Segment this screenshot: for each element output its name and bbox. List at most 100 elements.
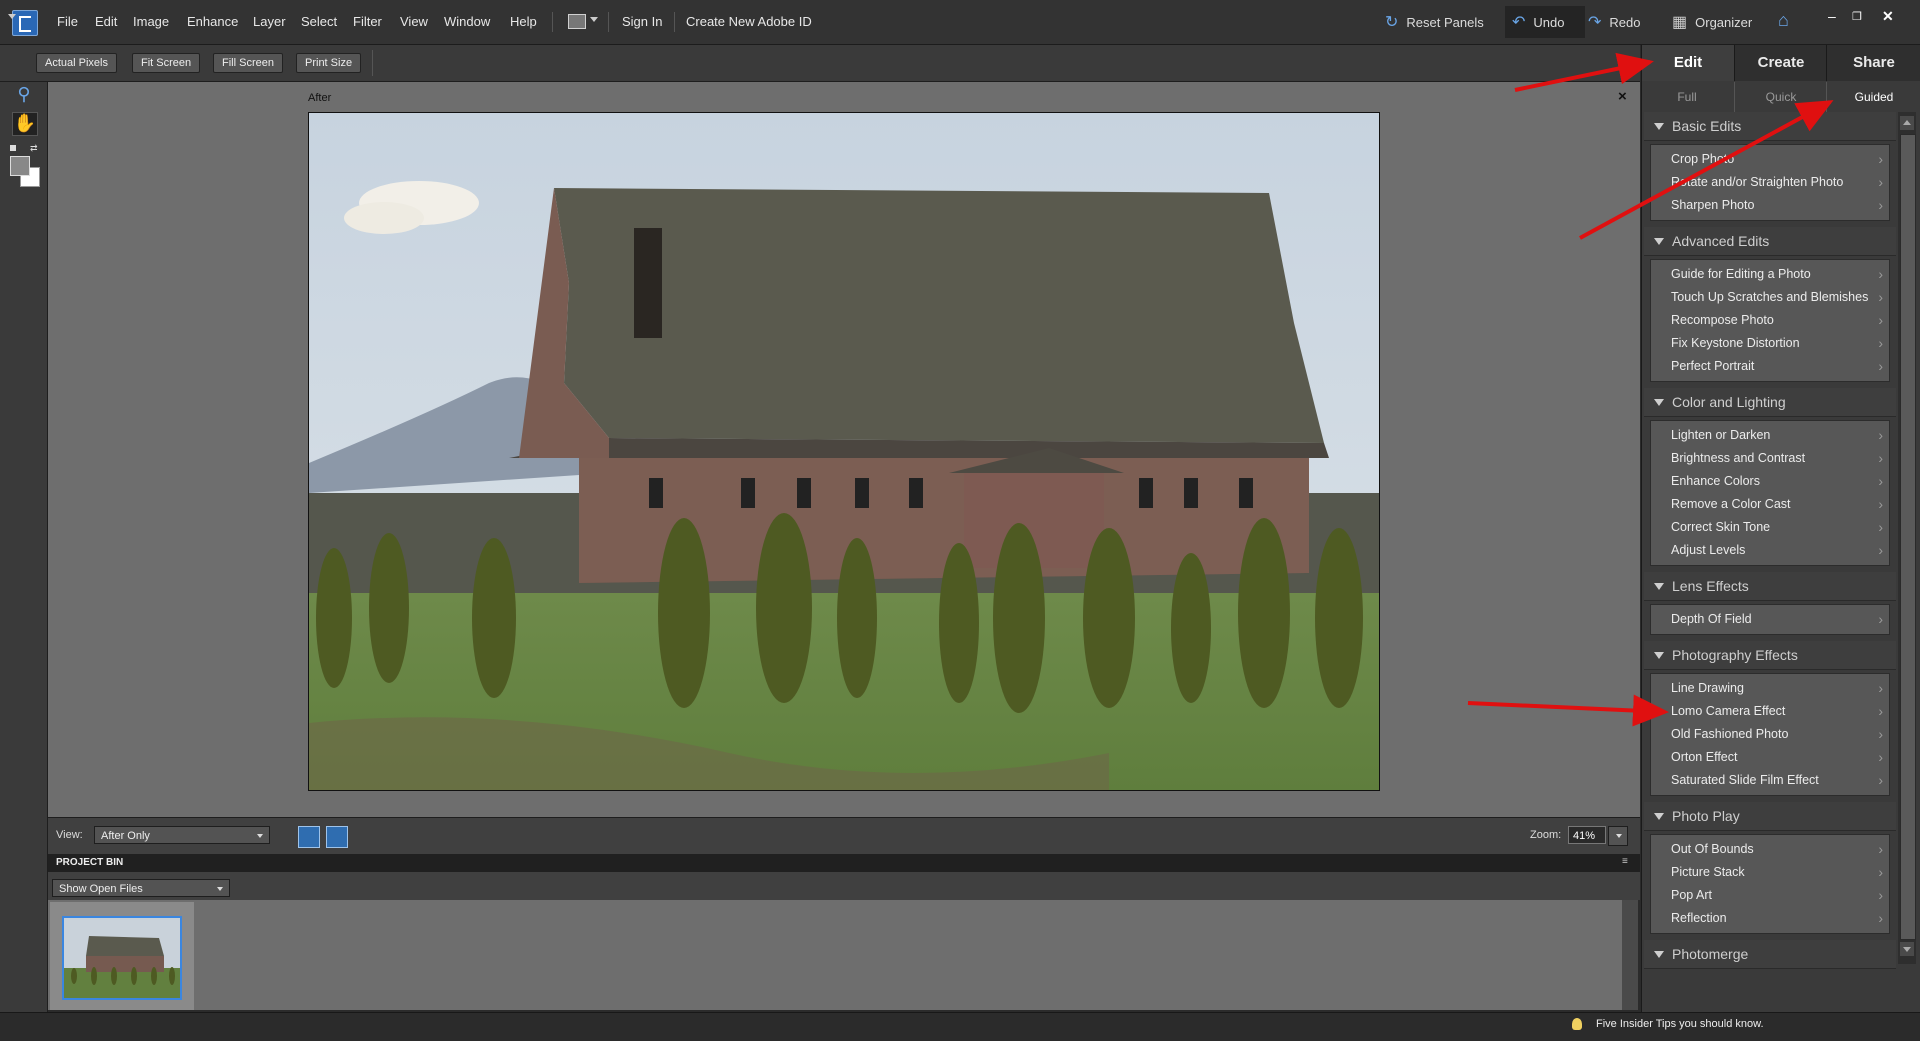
print-size-button[interactable]: Print Size bbox=[296, 53, 362, 73]
close-document-icon[interactable]: × bbox=[1618, 88, 1627, 105]
organizer-button[interactable]: ▦ Organizer bbox=[1672, 12, 1752, 32]
zoom-dropdown-button[interactable] bbox=[1608, 826, 1628, 846]
guided-edit-label: Correct Skin Tone bbox=[1671, 520, 1771, 534]
menu-edit[interactable]: Edit bbox=[95, 14, 117, 29]
guided-edit-item[interactable]: Recompose Photo › bbox=[1651, 309, 1889, 332]
guided-edit-label: Brightness and Contrast bbox=[1671, 451, 1806, 465]
menu-filter[interactable]: Filter bbox=[353, 14, 382, 29]
tab-create[interactable]: Create bbox=[1734, 45, 1827, 81]
document-photo[interactable] bbox=[308, 112, 1380, 791]
guided-edit-item[interactable]: Lomo Camera Effect › bbox=[1651, 700, 1889, 723]
bin-filter-select[interactable]: Show Open Files bbox=[52, 879, 230, 897]
close-window-icon[interactable]: ✕ bbox=[1882, 8, 1894, 25]
scroll-up-button[interactable] bbox=[1900, 116, 1914, 130]
section-header[interactable]: Lens Effects bbox=[1644, 572, 1896, 601]
menu-view[interactable]: View bbox=[400, 14, 428, 29]
chevron-right-icon: › bbox=[1878, 680, 1883, 696]
menu-layer[interactable]: Layer bbox=[253, 14, 286, 29]
undo-icon: ↶ bbox=[1512, 14, 1526, 31]
restore-icon[interactable]: ❐ bbox=[1852, 10, 1862, 23]
single-view-icon[interactable] bbox=[298, 826, 320, 848]
bin-menu-icon[interactable]: ≡ bbox=[1622, 856, 1628, 867]
guided-edit-item[interactable]: Crop Photo › bbox=[1651, 148, 1889, 171]
section-header[interactable]: Photo Play bbox=[1644, 802, 1896, 831]
minimize-icon[interactable]: – bbox=[1828, 8, 1836, 24]
home-icon[interactable]: ⌂ bbox=[1778, 10, 1789, 31]
subtab-full[interactable]: Full bbox=[1641, 82, 1733, 112]
guided-edit-item[interactable]: Reflection › bbox=[1651, 907, 1889, 930]
fill-screen-button[interactable]: Fill Screen bbox=[213, 53, 283, 73]
section-header[interactable]: Photography Effects bbox=[1644, 641, 1896, 670]
split-view-icon[interactable] bbox=[326, 826, 348, 848]
project-bin-toolbar bbox=[48, 872, 1640, 900]
bin-scrollbar[interactable] bbox=[1622, 900, 1638, 1010]
tips-link[interactable]: Five Insider Tips you should know. bbox=[1596, 1018, 1764, 1030]
collapse-triangle-icon bbox=[1654, 123, 1664, 130]
guided-edit-item[interactable]: Out Of Bounds › bbox=[1651, 838, 1889, 861]
scrollbar-thumb[interactable] bbox=[1900, 134, 1916, 940]
collapse-triangle-icon bbox=[1654, 238, 1664, 245]
guided-edit-item[interactable]: Perfect Portrait › bbox=[1651, 355, 1889, 378]
fit-screen-button[interactable]: Fit Screen bbox=[132, 53, 201, 73]
collapse-triangle-icon bbox=[1654, 652, 1664, 659]
section-header[interactable]: Color and Lighting bbox=[1644, 388, 1896, 417]
zoom-tool-icon[interactable]: ⚲ bbox=[12, 84, 36, 106]
subtab-quick[interactable]: Quick bbox=[1734, 82, 1827, 112]
guided-edit-item[interactable]: Old Fashioned Photo › bbox=[1651, 723, 1889, 746]
guided-edit-item[interactable]: Correct Skin Tone › bbox=[1651, 516, 1889, 539]
undo-button[interactable]: ↶ Undo bbox=[1512, 12, 1564, 32]
section-header[interactable]: Photomerge bbox=[1644, 940, 1896, 969]
section-header[interactable]: Advanced Edits bbox=[1644, 227, 1896, 256]
tab-share[interactable]: Share bbox=[1826, 45, 1920, 81]
guided-edit-item[interactable]: Rotate and/or Straighten Photo › bbox=[1651, 171, 1889, 194]
redo-button[interactable]: ↷ Redo bbox=[1588, 12, 1640, 32]
tab-edit[interactable]: Edit bbox=[1641, 45, 1734, 81]
guided-edit-item[interactable]: Saturated Slide Film Effect › bbox=[1651, 769, 1889, 792]
guided-edit-item[interactable]: Orton Effect › bbox=[1651, 746, 1889, 769]
menu-help[interactable]: Help bbox=[510, 14, 537, 29]
zoom-input[interactable]: 41% bbox=[1568, 826, 1606, 844]
foreground-color-swatch[interactable] bbox=[10, 156, 30, 176]
menu-file[interactable]: File bbox=[57, 14, 78, 29]
open-file-thumbnail[interactable] bbox=[62, 916, 182, 1000]
guided-edit-item[interactable]: Fix Keystone Distortion › bbox=[1651, 332, 1889, 355]
section-header[interactable]: Basic Edits bbox=[1644, 112, 1896, 141]
section-title: Photo Play bbox=[1672, 808, 1740, 824]
guided-section: Color and Lighting Lighten or Darken › Brig… bbox=[1644, 388, 1896, 566]
create-adobe-id-link[interactable]: Create New Adobe ID bbox=[686, 14, 812, 29]
guided-edit-item[interactable]: Enhance Colors › bbox=[1651, 470, 1889, 493]
guided-edit-item[interactable]: Adjust Levels › bbox=[1651, 539, 1889, 562]
options-menu-icon[interactable] bbox=[8, 14, 16, 19]
collapse-triangle-icon bbox=[1654, 951, 1664, 958]
menu-image[interactable]: Image bbox=[133, 14, 169, 29]
guided-edit-item[interactable]: Guide for Editing a Photo › bbox=[1651, 263, 1889, 286]
guided-edit-item[interactable]: Remove a Color Cast › bbox=[1651, 493, 1889, 516]
guided-edit-item[interactable]: Line Drawing › bbox=[1651, 677, 1889, 700]
workspace-layout-button[interactable] bbox=[566, 12, 600, 32]
guided-edit-label: Old Fashioned Photo bbox=[1671, 727, 1789, 741]
guided-edit-label: Crop Photo bbox=[1671, 152, 1735, 166]
subtab-guided[interactable]: Guided bbox=[1826, 82, 1920, 112]
swap-colors-icon[interactable]: ⇄ bbox=[30, 143, 38, 154]
menu-window[interactable]: Window bbox=[444, 14, 490, 29]
project-bin-title: PROJECT BIN bbox=[56, 857, 124, 868]
section-items: Out Of Bounds › Picture Stack › Pop Art › Refl… bbox=[1650, 834, 1890, 934]
menu-enhance[interactable]: Enhance bbox=[187, 14, 238, 29]
view-select[interactable]: After Only bbox=[94, 826, 270, 844]
section-title: Color and Lighting bbox=[1672, 394, 1786, 410]
guided-edit-item[interactable]: Sharpen Photo › bbox=[1651, 194, 1889, 217]
reset-panels-button[interactable]: ↻ Reset Panels bbox=[1385, 12, 1484, 32]
guided-edit-item[interactable]: Brightness and Contrast › bbox=[1651, 447, 1889, 470]
hand-tool-icon[interactable]: ✋ bbox=[12, 112, 38, 136]
sign-in-link[interactable]: Sign In bbox=[622, 14, 662, 29]
default-colors-icon[interactable] bbox=[10, 145, 16, 151]
actual-pixels-button[interactable]: Actual Pixels bbox=[36, 53, 117, 73]
guided-edit-item[interactable]: Depth Of Field › bbox=[1651, 608, 1889, 631]
guided-edit-item[interactable]: Picture Stack › bbox=[1651, 861, 1889, 884]
scroll-down-button[interactable] bbox=[1900, 942, 1914, 956]
guided-edit-item[interactable]: Pop Art › bbox=[1651, 884, 1889, 907]
guided-edit-label: Fix Keystone Distortion bbox=[1671, 336, 1800, 350]
menu-select[interactable]: Select bbox=[301, 14, 337, 29]
guided-edit-item[interactable]: Touch Up Scratches and Blemishes › bbox=[1651, 286, 1889, 309]
guided-edit-item[interactable]: Lighten or Darken › bbox=[1651, 424, 1889, 447]
